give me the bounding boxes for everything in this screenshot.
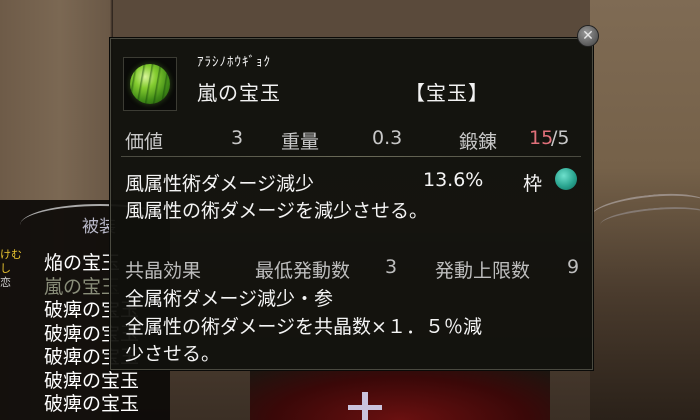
item-name: 嵐の宝玉 bbox=[197, 81, 281, 105]
inventory-side-tabs: けむ し 恋 bbox=[0, 248, 38, 290]
side-tab-label[interactable]: し bbox=[0, 262, 38, 276]
forge-current: 15 bbox=[529, 127, 554, 149]
side-tab-label[interactable]: 恋 bbox=[0, 276, 38, 290]
green-orb-icon bbox=[130, 64, 170, 104]
weight-number: 0.3 bbox=[372, 127, 403, 149]
slot-label: 枠 bbox=[523, 173, 543, 195]
divider bbox=[121, 156, 581, 157]
side-tab-label[interactable]: けむ bbox=[0, 248, 38, 262]
background-banner bbox=[250, 370, 550, 420]
inventory-item[interactable]: 破痺の宝玉 bbox=[44, 393, 139, 417]
item-icon-frame bbox=[123, 57, 177, 111]
resonance-max-label: 発動上限数 bbox=[435, 260, 531, 282]
effect-name: 風属性術ダメージ減少 bbox=[125, 173, 315, 195]
item-furigana: ｱﾗｼﾉﾎｳｷﾞｮｸ bbox=[197, 55, 271, 70]
weight-label: 重量 bbox=[281, 131, 320, 153]
resonance-min-label: 最低発動数 bbox=[255, 260, 351, 282]
effect-amount: 13.6% bbox=[423, 169, 484, 191]
effect-description: 風属性の術ダメージを減少させる。 bbox=[125, 200, 429, 222]
item-stats-row: 価値 3 重量 0.3 鍛錬 15 /5 bbox=[125, 127, 580, 153]
resonance-min-value: 3 bbox=[385, 256, 398, 278]
inventory-item[interactable]: 破痺の宝玉 bbox=[44, 370, 139, 394]
resonance-max-value: 9 bbox=[567, 256, 580, 278]
value-label: 価値 bbox=[125, 131, 164, 153]
forge-label: 鍛錬 bbox=[459, 131, 498, 153]
item-tooltip: ｱﾗｼﾉﾎｳｷﾞｮｸ 嵐の宝玉 【宝玉】 価値 3 重量 0.3 鍛錬 15 /… bbox=[110, 38, 593, 370]
resonance-title: 共晶効果 bbox=[125, 260, 202, 282]
background-cross bbox=[348, 405, 382, 410]
close-button[interactable]: ✕ bbox=[577, 25, 599, 47]
resonance-description-line1: 全属性の術ダメージを共晶数×１．５％減 bbox=[125, 316, 482, 338]
resonance-effect-name: 全属術ダメージ減少・参 bbox=[125, 288, 334, 310]
resonance-description-line2: 少させる。 bbox=[125, 343, 221, 365]
value-number: 3 bbox=[231, 127, 244, 149]
item-category: 【宝玉】 bbox=[405, 81, 489, 105]
forge-max: /5 bbox=[551, 127, 570, 149]
slot-gem-icon bbox=[555, 168, 577, 190]
